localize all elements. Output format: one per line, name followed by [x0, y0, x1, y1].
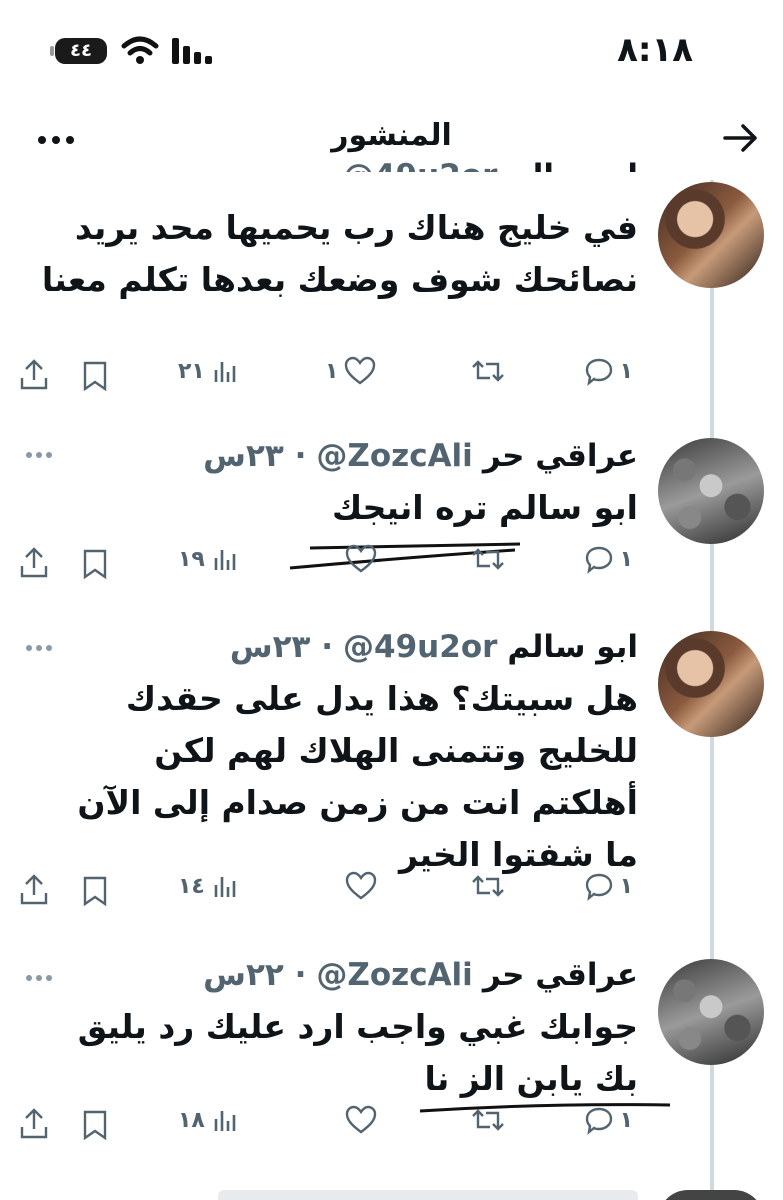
- heart-icon: [345, 356, 376, 385]
- like-button[interactable]: [345, 1105, 377, 1135]
- views-button[interactable]: ١٩: [178, 544, 241, 574]
- tweet-text: جوابك غبي واجب ارد عليك رد يليق بك يابن …: [77, 1007, 638, 1098]
- author-handle[interactable]: @49u2or: [343, 158, 497, 172]
- heart-icon: [345, 544, 377, 573]
- like-count: ١: [325, 358, 339, 384]
- avatar[interactable]: [658, 182, 764, 288]
- tweet-header: عراقي حر @ZozcAli · ٢٢س: [203, 957, 638, 993]
- tweet-time[interactable]: · ٢٢س: [203, 957, 306, 993]
- views-count: ١٤: [178, 873, 205, 899]
- avatar[interactable]: [658, 631, 764, 737]
- tweet-time[interactable]: · ٢٣س: [230, 629, 333, 665]
- signal-icon: [172, 38, 212, 64]
- avatar[interactable]: [658, 438, 764, 544]
- tweet-actions: ١ ١٨: [0, 1105, 783, 1145]
- author-handle[interactable]: @ZozcAli: [316, 957, 472, 993]
- heart-icon: [345, 871, 377, 900]
- page-title: المنشور: [331, 118, 452, 153]
- next-tweet-partial: [0, 1188, 783, 1200]
- reply-count: ١: [619, 546, 633, 572]
- analytics-icon: [214, 1111, 236, 1131]
- retweet-button[interactable]: [470, 1105, 506, 1135]
- status-time: ٨:١٨: [617, 30, 693, 70]
- tweet[interactable]: ابو سالم @49u2or في خليج هناك رب يحميها …: [0, 158, 783, 415]
- retweet-icon: [472, 548, 504, 570]
- reply-icon: [585, 546, 612, 574]
- reply-icon: [585, 873, 612, 901]
- retweet-button[interactable]: [470, 544, 506, 574]
- reply-button[interactable]: ١: [584, 871, 633, 901]
- tweet[interactable]: عراقي حر @ZozcAli · ٢٣س ابو سالم تره اني…: [0, 420, 783, 615]
- more-icon[interactable]: [24, 973, 54, 983]
- like-button[interactable]: ١: [325, 356, 376, 386]
- tweet[interactable]: ابو سالم @49u2or · ٢٣س هل سبيتك؟ هذا يدل…: [0, 615, 783, 945]
- tweet-header: عراقي حر @ZozcAli · ٢٣س: [203, 438, 638, 474]
- back-arrow-icon[interactable]: [721, 118, 761, 158]
- reply-icon: [585, 1107, 612, 1135]
- wifi-icon: [121, 36, 159, 64]
- analytics-icon: [214, 362, 236, 382]
- analytics-icon: [214, 877, 236, 897]
- status-bar: ٨:١٨ ٤٤: [0, 0, 783, 100]
- author-name[interactable]: ابو سالم: [507, 629, 638, 665]
- retweet-button[interactable]: [470, 871, 506, 901]
- bookmark-icon[interactable]: [80, 875, 110, 907]
- share-icon[interactable]: [18, 546, 50, 580]
- views-button[interactable]: ١٨: [178, 1105, 241, 1135]
- reply-count: ١: [619, 873, 633, 899]
- tweet-text: في خليج هناك رب يحميها محد يريد نصائحك ش…: [41, 208, 638, 299]
- tweet[interactable]: عراقي حر @ZozcAli · ٢٢س جوابك غبي واجب ا…: [0, 945, 783, 1180]
- more-icon[interactable]: [24, 643, 54, 653]
- reply-icon: [585, 358, 612, 386]
- reply-count: ١: [619, 1107, 633, 1133]
- tweet-header: ابو سالم @49u2or · ٢٣س: [230, 629, 638, 665]
- retweet-icon: [472, 875, 504, 897]
- tweet-actions: ١ ١٩: [0, 544, 783, 584]
- author-name[interactable]: عراقي حر: [483, 438, 638, 474]
- share-icon[interactable]: [18, 1107, 50, 1141]
- tweet-text: ابو سالم تره انيجك: [331, 488, 638, 527]
- like-button[interactable]: [345, 544, 377, 574]
- share-icon[interactable]: [18, 873, 50, 907]
- tweet-header-cut: ابو سالم @49u2or: [138, 158, 638, 172]
- like-button[interactable]: [345, 871, 377, 901]
- retweet-icon: [472, 360, 504, 382]
- tweet-text: هل سبيتك؟ هذا يدل على حقدك للخليج وتتمنى…: [77, 679, 638, 874]
- bookmark-icon[interactable]: [80, 548, 110, 580]
- analytics-icon: [214, 550, 236, 570]
- avatar[interactable]: [658, 959, 764, 1065]
- reply-button[interactable]: ١: [584, 356, 633, 386]
- more-icon[interactable]: [24, 450, 54, 460]
- battery-icon: ٤٤: [50, 38, 107, 64]
- tweet-actions: ١ ١ ٢١: [0, 356, 783, 396]
- author-handle[interactable]: @ZozcAli: [316, 438, 472, 474]
- views-count: ٢١: [178, 358, 205, 384]
- heart-icon: [345, 1105, 377, 1134]
- reply-button[interactable]: ١: [584, 544, 633, 574]
- retweet-button[interactable]: [470, 356, 506, 386]
- author-handle[interactable]: @49u2or: [343, 629, 497, 665]
- retweet-icon: [472, 1109, 504, 1131]
- share-icon[interactable]: [18, 358, 50, 392]
- views-count: ١٩: [178, 546, 205, 572]
- author-name[interactable]: ابو سالم: [507, 158, 638, 172]
- views-count: ١٨: [178, 1107, 205, 1133]
- views-button[interactable]: ٢١: [178, 356, 241, 386]
- tweet-time[interactable]: · ٢٣س: [203, 438, 306, 474]
- bookmark-icon[interactable]: [80, 1109, 110, 1141]
- reply-button[interactable]: ١: [584, 1105, 633, 1135]
- author-name[interactable]: عراقي حر: [483, 957, 638, 993]
- views-button[interactable]: ١٤: [178, 871, 241, 901]
- bookmark-icon[interactable]: [80, 360, 110, 392]
- reply-count: ١: [619, 358, 633, 384]
- tweet-actions: ١ ١٤: [0, 871, 783, 911]
